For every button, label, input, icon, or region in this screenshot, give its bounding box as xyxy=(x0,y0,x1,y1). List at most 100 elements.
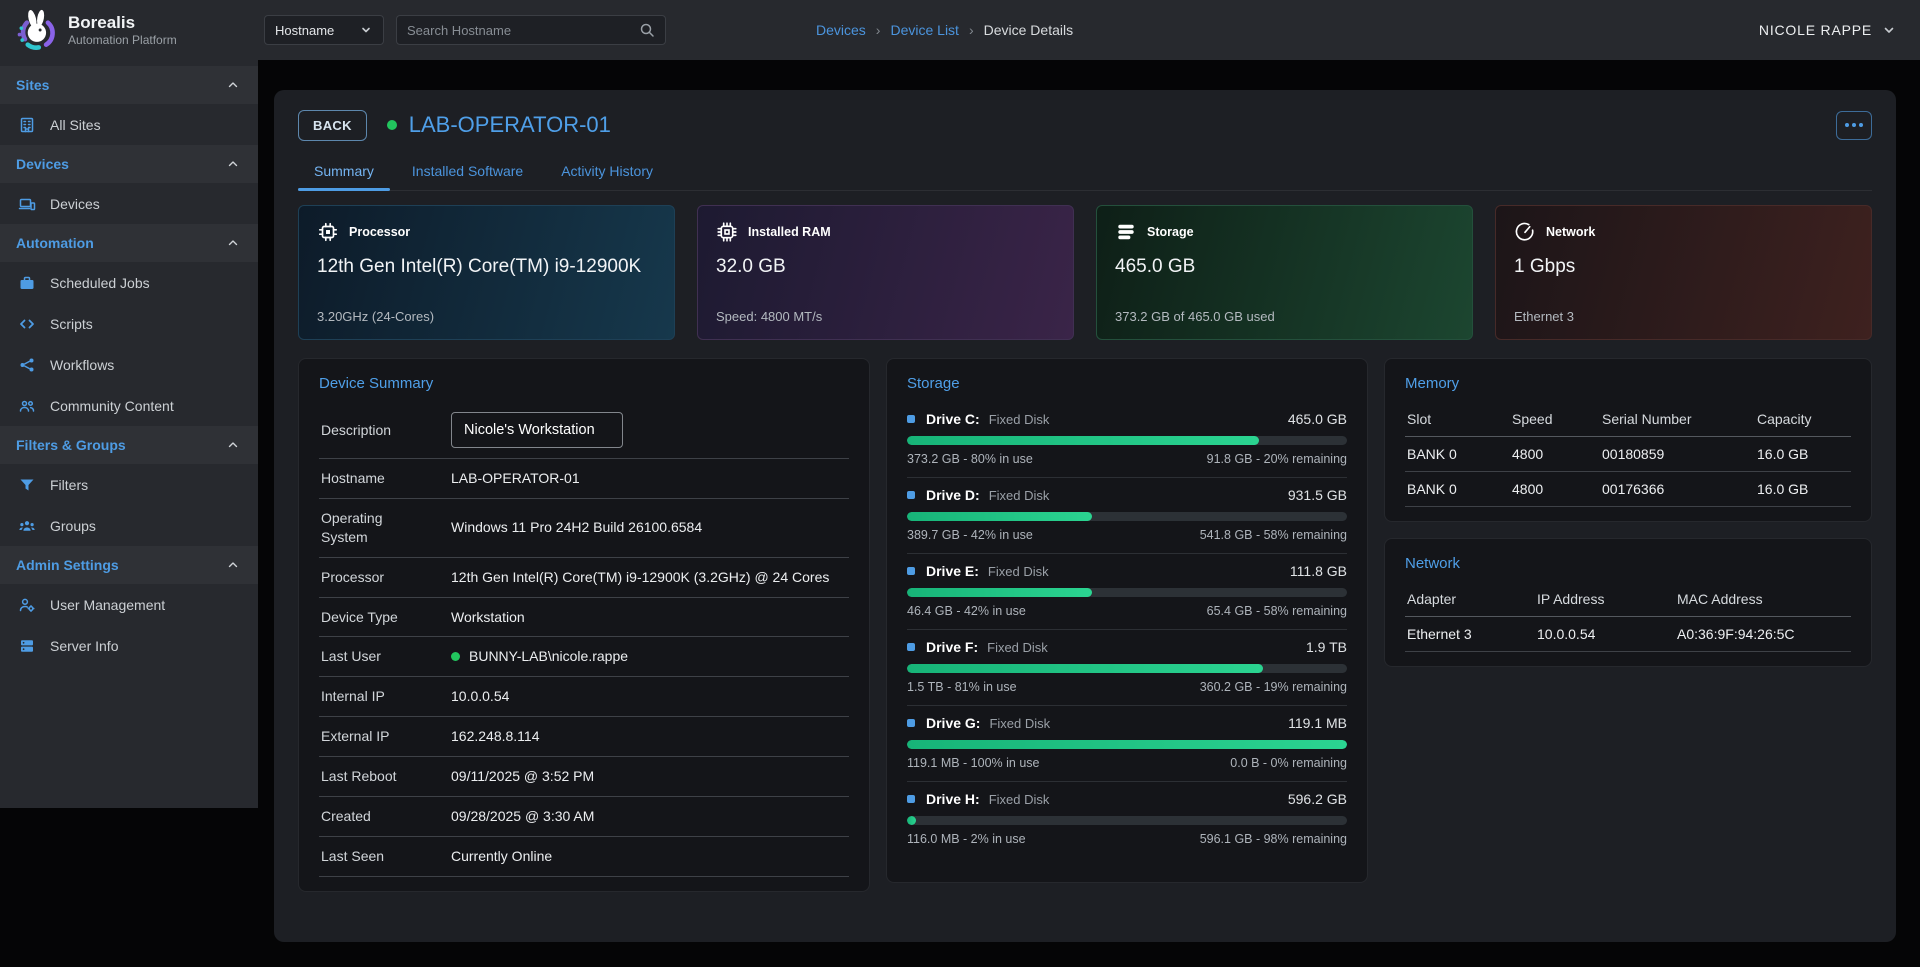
summary-row-last-user: Last User BUNNY-LAB\nicole.rappe xyxy=(319,637,849,677)
sidebar-item-scripts[interactable]: Scripts xyxy=(0,303,258,344)
item-label: Scripts xyxy=(50,316,93,332)
back-button[interactable]: BACK xyxy=(298,110,367,141)
section-label: Automation xyxy=(16,235,94,251)
search-hostname-input[interactable] xyxy=(407,23,639,38)
chevron-up-icon xyxy=(226,558,240,572)
summary-row-hostname: Hostname LAB-OPERATOR-01 xyxy=(319,459,849,499)
breadcrumb-device-details: Device Details xyxy=(984,22,1073,38)
tab-summary[interactable]: Summary xyxy=(298,154,390,190)
sidebar-section-admin-settings[interactable]: Admin Settings xyxy=(0,546,258,584)
devices-icon xyxy=(18,195,36,213)
stat-card-caption: 3.20GHz (24-Cores) xyxy=(317,309,656,324)
drive-d-row: Drive D: Fixed Disk 931.5 GB 389.7 GB - … xyxy=(907,478,1347,554)
ram-chip-icon xyxy=(716,221,738,243)
brand-subtitle: Automation Platform xyxy=(68,33,177,47)
item-label: Filters xyxy=(50,477,88,493)
hostname-filter-label: Hostname xyxy=(275,23,334,38)
device-header: BACK LAB-OPERATOR-01 xyxy=(298,108,1872,142)
sidebar-item-filters[interactable]: Filters xyxy=(0,464,258,505)
sidebar-section-devices[interactable]: Devices xyxy=(0,145,258,183)
people-icon xyxy=(18,397,36,415)
drive-usage-bar xyxy=(907,664,1347,673)
stat-card-value: 32.0 GB xyxy=(716,256,1055,278)
item-label: Scheduled Jobs xyxy=(50,275,150,291)
summary-row-internal-ip: Internal IP 10.0.0.54 xyxy=(319,677,849,717)
chevron-up-icon xyxy=(226,236,240,250)
item-label: Community Content xyxy=(50,398,174,414)
panel-title: Memory xyxy=(1405,375,1851,392)
filter-icon xyxy=(18,476,36,494)
network-table-row: Ethernet 310.0.0.54 A0:36:9F:94:26:5C xyxy=(1405,617,1851,652)
server-icon xyxy=(18,637,36,655)
summary-row-device-type: Device Type Workstation xyxy=(319,598,849,638)
user-gear-icon xyxy=(18,596,36,614)
topbar: Borealis Automation Platform Hostname De… xyxy=(0,0,1920,60)
sidebar-item-server-info[interactable]: Server Info xyxy=(0,625,258,666)
panel-title: Device Summary xyxy=(319,375,849,392)
section-label: Sites xyxy=(16,77,49,93)
section-label: Devices xyxy=(16,156,69,172)
chevron-up-icon xyxy=(226,157,240,171)
item-label: User Management xyxy=(50,597,165,613)
storage-stack-icon xyxy=(1115,221,1137,243)
item-label: Workflows xyxy=(50,357,114,373)
drive-g-row: Drive G: Fixed Disk 119.1 MB 119.1 MB - … xyxy=(907,706,1347,782)
sidebar-item-devices[interactable]: Devices xyxy=(0,183,258,224)
stat-card-row: Processor 12th Gen Intel(R) Core(TM) i9-… xyxy=(298,205,1872,340)
section-label: Filters & Groups xyxy=(16,437,126,453)
stat-card-value: 465.0 GB xyxy=(1115,256,1454,278)
chevron-up-icon xyxy=(226,78,240,92)
device-details-card: BACK LAB-OPERATOR-01 Summary Installed S… xyxy=(274,90,1896,942)
stat-card-caption: 373.2 GB of 465.0 GB used xyxy=(1115,309,1454,324)
tab-activity-history[interactable]: Activity History xyxy=(545,154,669,190)
sidebar-item-scheduled-jobs[interactable]: Scheduled Jobs xyxy=(0,262,258,303)
sidebar-section-automation[interactable]: Automation xyxy=(0,224,258,262)
sidebar-item-all-sites[interactable]: All Sites xyxy=(0,104,258,145)
search-hostname-box[interactable] xyxy=(396,15,666,45)
storage-panel: Storage Drive C: Fixed Disk 465.0 GB 373… xyxy=(886,358,1368,883)
stat-card-network: Network 1 Gbps Ethernet 3 xyxy=(1495,205,1872,340)
groups-icon xyxy=(18,517,36,535)
drive-h-row: Drive H: Fixed Disk 596.2 GB 116.0 MB - … xyxy=(907,782,1347,857)
drive-e-row: Drive E: Fixed Disk 111.8 GB 46.4 GB - 4… xyxy=(907,554,1347,630)
summary-row-created: Created 09/28/2025 @ 3:30 AM xyxy=(319,797,849,837)
user-online-dot xyxy=(451,652,460,661)
section-label: Admin Settings xyxy=(16,557,119,573)
sidebar-section-sites[interactable]: Sites xyxy=(0,66,258,104)
sidebar-item-user-management[interactable]: User Management xyxy=(0,584,258,625)
stat-card-storage: Storage 465.0 GB 373.2 GB of 465.0 GB us… xyxy=(1096,205,1473,340)
stat-card-caption: Speed: 4800 MT/s xyxy=(716,309,1055,324)
user-menu[interactable]: NICOLE RAPPE xyxy=(1759,22,1896,38)
drive-bullet-icon xyxy=(907,415,915,423)
sidebar: Sites All Sites Devices Devices Automati… xyxy=(0,60,258,808)
stat-card-label: Processor xyxy=(349,225,410,239)
stat-card-label: Storage xyxy=(1147,225,1194,239)
item-label: Server Info xyxy=(50,638,118,654)
workflow-icon xyxy=(18,356,36,374)
sidebar-item-community-content[interactable]: Community Content xyxy=(0,385,258,426)
more-actions-button[interactable] xyxy=(1836,111,1872,140)
summary-row-operating-system: Operating System Windows 11 Pro 24H2 Bui… xyxy=(319,499,849,558)
network-table-header: AdapterIP Address MAC Address xyxy=(1405,582,1851,617)
sidebar-item-workflows[interactable]: Workflows xyxy=(0,344,258,385)
stat-card-label: Network xyxy=(1546,225,1595,239)
item-label: Devices xyxy=(50,196,100,212)
description-input[interactable] xyxy=(451,412,623,448)
drive-f-row: Drive F: Fixed Disk 1.9 TB 1.5 TB - 81% … xyxy=(907,630,1347,706)
brand-name: Borealis xyxy=(68,13,177,33)
brand: Borealis Automation Platform xyxy=(0,8,258,52)
tab-installed-software[interactable]: Installed Software xyxy=(396,154,539,190)
stat-card-value: 1 Gbps xyxy=(1514,256,1853,278)
borealis-bunny-logo xyxy=(14,8,58,52)
hostname-filter-select[interactable]: Hostname xyxy=(264,15,384,45)
sidebar-item-groups[interactable]: Groups xyxy=(0,505,258,546)
summary-row-last-reboot: Last Reboot 09/11/2025 @ 3:52 PM xyxy=(319,757,849,797)
network-panel: Network AdapterIP Address MAC Address Et… xyxy=(1384,538,1872,667)
sidebar-section-filters-groups[interactable]: Filters & Groups xyxy=(0,426,258,464)
breadcrumb-device-list[interactable]: Device List xyxy=(890,22,958,38)
drive-bullet-icon xyxy=(907,719,915,727)
breadcrumb-devices[interactable]: Devices xyxy=(816,22,866,38)
device-summary-panel: Device Summary Description Hostname LAB-… xyxy=(298,358,870,892)
chevron-up-icon xyxy=(226,438,240,452)
stat-card-installed-ram: Installed RAM 32.0 GB Speed: 4800 MT/s xyxy=(697,205,1074,340)
